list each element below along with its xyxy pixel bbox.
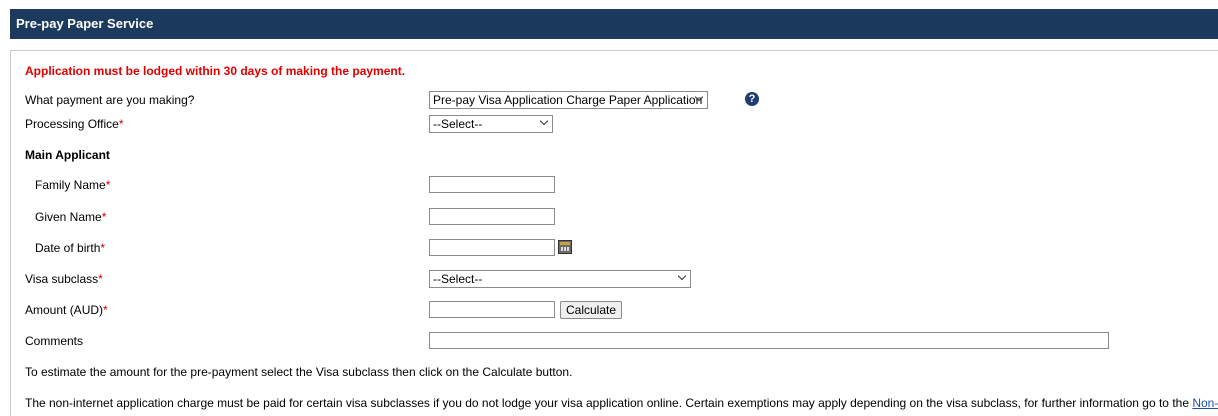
payment-type-label: What payment are you making?: [25, 93, 195, 107]
calculate-button[interactable]: Calculate: [560, 301, 622, 319]
processing-office-select[interactable]: --Select--: [429, 115, 553, 133]
help-icon[interactable]: ?: [745, 92, 759, 106]
main-applicant-heading: Main Applicant: [25, 148, 110, 162]
calendar-icon[interactable]: [558, 240, 572, 254]
family-name-input[interactable]: [429, 176, 555, 193]
amount-label: Amount (AUD)*: [25, 303, 108, 317]
visa-subclass-label: Visa subclass*: [25, 272, 103, 286]
comments-input[interactable]: [429, 332, 1109, 349]
amount-input[interactable]: [429, 301, 555, 318]
payment-type-select[interactable]: Pre-pay Visa Application Charge Paper Ap…: [429, 91, 708, 109]
family-name-label: Family Name*: [35, 178, 111, 192]
page-header: Pre-pay Paper Service: [10, 9, 1218, 39]
top-strip: [0, 0, 1218, 9]
visa-subclass-value: --Select--: [433, 272, 483, 286]
non-internet-link[interactable]: Non-intern: [1192, 396, 1218, 410]
estimate-note: To estimate the amount for the pre-payme…: [25, 365, 573, 379]
charge-note: The non-internet application charge must…: [25, 396, 1218, 410]
page-title: Pre-pay Paper Service: [16, 16, 154, 31]
date-of-birth-input[interactable]: [429, 239, 555, 256]
lodgement-warning: Application must be lodged within 30 day…: [25, 64, 406, 78]
visa-subclass-select[interactable]: --Select--: [429, 270, 691, 288]
payment-type-value: Pre-pay Visa Application Charge Paper Ap…: [433, 93, 703, 107]
given-name-input[interactable]: [429, 208, 555, 225]
processing-office-value: --Select--: [433, 117, 483, 131]
date-of-birth-label: Date of birth*: [35, 241, 106, 255]
comments-label: Comments: [25, 334, 84, 348]
given-name-label: Given Name*: [35, 210, 107, 224]
processing-office-label: Processing Office*: [25, 117, 124, 131]
chevron-down-icon: [677, 271, 687, 281]
chevron-down-icon: [539, 116, 549, 126]
